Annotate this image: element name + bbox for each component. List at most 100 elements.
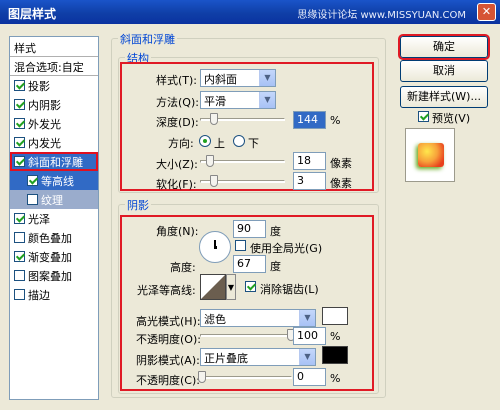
highlight-opacity-label: 不透明度(O): [136, 333, 201, 346]
shadow-opacity-input[interactable]: 0 [293, 368, 326, 386]
direction-label: 方向: [168, 137, 194, 150]
style-label: 样式(T): [156, 74, 198, 87]
checkbox[interactable] [14, 289, 25, 300]
chevron-down-icon: ▼ [299, 349, 315, 365]
preview-image [418, 143, 444, 167]
checkbox[interactable] [14, 137, 25, 148]
size-slider-thumb[interactable] [206, 155, 214, 167]
soften-label: 软化(F): [156, 178, 197, 191]
anti-aliased-checkbox[interactable] [245, 281, 256, 292]
angle-dial-center [214, 246, 217, 249]
style-item-gradient-overlay[interactable]: 渐变叠加 [10, 247, 98, 266]
direction-up-radio[interactable] [199, 135, 211, 147]
title-bar[interactable]: 图层样式 思缘设计论坛 www.MISSYUAN.COM ✕ [0, 0, 500, 24]
style-item-bevel-emboss[interactable]: 斜面和浮雕 [10, 152, 98, 171]
shadow-opacity-thumb[interactable] [198, 371, 206, 383]
highlight-opacity-input[interactable]: 100 [293, 327, 326, 345]
blending-options-item[interactable]: 混合选项:自定 [10, 57, 98, 76]
direction-down-label: 下 [248, 137, 259, 150]
chevron-down-icon[interactable]: ▼ [226, 274, 236, 300]
checkbox[interactable] [14, 213, 25, 224]
shadow-color-swatch[interactable] [322, 346, 348, 364]
soften-slider-thumb[interactable] [210, 175, 218, 187]
new-style-button[interactable]: 新建样式(W)... [400, 86, 488, 108]
shadow-mode-label: 阴影模式(A): [136, 354, 200, 367]
cancel-button[interactable]: 取消 [400, 60, 488, 82]
highlight-mode-label: 高光模式(H): [136, 315, 201, 328]
size-input[interactable]: 18 [293, 152, 326, 170]
altitude-input[interactable]: 67 [233, 255, 266, 273]
shadow-opacity-unit: % [330, 372, 341, 385]
shading-title: 阴影 [125, 197, 151, 213]
angle-input[interactable]: 90 [233, 220, 266, 238]
style-item-outer-glow[interactable]: 外发光 [10, 114, 98, 133]
global-light-checkbox[interactable] [235, 240, 246, 251]
shadow-opacity-label: 不透明度(C): [136, 374, 200, 387]
style-item-drop-shadow[interactable]: 投影 [10, 76, 98, 95]
checkbox[interactable] [14, 80, 25, 91]
shadow-opacity-track[interactable] [200, 376, 292, 379]
layer-style-dialog: 图层样式 思缘设计论坛 www.MISSYUAN.COM ✕ 样式 混合选项:自… [0, 0, 500, 410]
style-item-satin[interactable]: 光泽 [10, 209, 98, 228]
style-item-color-overlay[interactable]: 颜色叠加 [10, 228, 98, 247]
soften-unit: 像素 [330, 177, 352, 190]
depth-input[interactable]: 144 [293, 111, 326, 129]
size-unit: 像素 [330, 157, 352, 170]
gloss-contour-label: 光泽等高线: [137, 284, 196, 297]
anti-aliased-label: 消除锯齿(L) [260, 283, 319, 296]
checkbox[interactable] [14, 251, 25, 262]
style-item-inner-glow[interactable]: 内发光 [10, 133, 98, 152]
style-item-pattern-overlay[interactable]: 图案叠加 [10, 266, 98, 285]
depth-unit: % [330, 114, 341, 127]
style-item-label: 纹理 [41, 194, 63, 207]
bevel-emboss-title: 斜面和浮雕 [118, 31, 177, 47]
style-item-label: 投影 [28, 80, 50, 93]
style-preview-thumbnail [405, 128, 455, 182]
depth-label: 深度(D): [156, 116, 199, 129]
highlight-opacity-track[interactable] [200, 334, 292, 337]
checkbox[interactable] [14, 156, 25, 167]
style-item-label: 内阴影 [28, 99, 61, 112]
style-item-texture[interactable]: 纹理 [10, 190, 98, 209]
soften-input[interactable]: 3 [293, 172, 326, 190]
highlight-color-swatch[interactable] [322, 307, 348, 325]
highlight-opacity-unit: % [330, 330, 341, 343]
style-item-label: 等高线 [41, 175, 74, 188]
style-item-contour[interactable]: 等高线 [10, 171, 98, 190]
direction-down-radio[interactable] [233, 135, 245, 147]
checkbox[interactable] [14, 118, 25, 129]
styles-header[interactable]: 样式 [10, 37, 98, 57]
direction-up-label: 上 [214, 137, 225, 150]
gloss-contour-swatch[interactable] [200, 274, 226, 300]
chevron-down-icon: ▼ [259, 70, 275, 86]
checkbox[interactable] [14, 99, 25, 110]
preview-checkbox[interactable] [418, 111, 429, 122]
chevron-down-icon: ▼ [299, 310, 315, 326]
watermark: 思缘设计论坛 www.MISSYUAN.COM [297, 10, 466, 21]
method-label: 方法(Q): [156, 96, 199, 109]
style-item-inner-shadow[interactable]: 内阴影 [10, 95, 98, 114]
style-item-label: 光泽 [28, 213, 50, 226]
style-list: 样式 混合选项:自定 投影 内阴影 外发光 内发光 斜面和浮雕 等高线 纹理 光… [9, 36, 99, 400]
ok-button[interactable]: 确定 [398, 34, 490, 60]
close-button[interactable]: ✕ [477, 3, 496, 21]
depth-slider-thumb[interactable] [210, 113, 218, 125]
technique-value: 平滑 [204, 95, 226, 108]
global-light-label: 使用全局光(G) [250, 242, 323, 255]
shadow-mode-select[interactable]: 正片叠底 ▼ [200, 348, 316, 366]
style-item-label: 渐变叠加 [28, 251, 72, 264]
style-item-label: 外发光 [28, 118, 61, 131]
checkbox[interactable] [14, 232, 25, 243]
technique-select[interactable]: 平滑 ▼ [200, 91, 276, 109]
altitude-unit: 度 [270, 260, 281, 273]
angle-dial[interactable] [199, 231, 231, 263]
checkbox[interactable] [27, 194, 38, 205]
style-item-label: 描边 [28, 289, 50, 302]
highlight-mode-select[interactable]: 滤色 ▼ [200, 309, 316, 327]
checkbox[interactable] [27, 175, 38, 186]
checkbox[interactable] [14, 270, 25, 281]
style-item-stroke[interactable]: 描边 [10, 285, 98, 304]
size-label: 大小(Z): [156, 158, 198, 171]
highlight-mode-value: 滤色 [204, 313, 226, 326]
bevel-style-select[interactable]: 内斜面 ▼ [200, 69, 276, 87]
